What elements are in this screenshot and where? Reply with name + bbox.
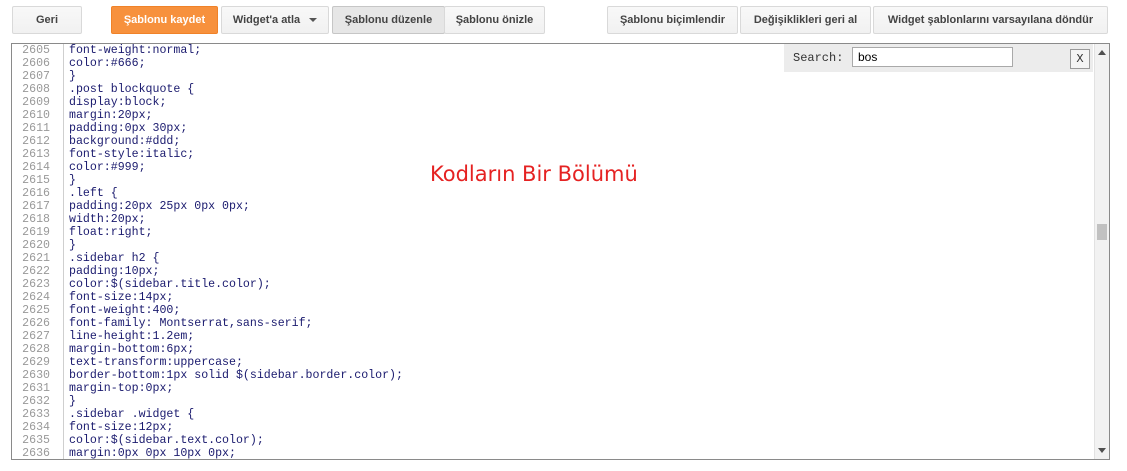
line-number: 2614 — [22, 161, 50, 174]
code-line: .left { — [69, 187, 118, 200]
close-icon: X — [1076, 52, 1084, 66]
code-line: } — [69, 239, 76, 252]
back-button[interactable]: Geri — [12, 6, 82, 34]
code-line: font-size:14px; — [69, 291, 174, 304]
line-number: 2616 — [22, 187, 50, 200]
code-line: font-style:italic; — [69, 148, 195, 161]
code-line: color:$(sidebar.title.color); — [69, 278, 271, 291]
line-number: 2621 — [22, 252, 50, 265]
scroll-down-icon[interactable] — [1098, 448, 1106, 453]
code-line: display:block; — [69, 96, 167, 109]
code-line: font-weight:normal; — [69, 44, 202, 57]
line-number: 2630 — [22, 369, 50, 382]
line-number: 2633 — [22, 408, 50, 421]
code-line: margin:0px 0px 10px 0px; — [69, 447, 236, 460]
code-line: margin-bottom:6px; — [69, 343, 195, 356]
line-number: 2623 — [22, 278, 50, 291]
jump-to-widget-dropdown[interactable]: Widget'a atla — [221, 6, 329, 34]
line-number: 2627 — [22, 330, 50, 343]
code-line: color:#666; — [69, 57, 146, 70]
line-number: 2634 — [22, 421, 50, 434]
code-line: margin-top:0px; — [69, 382, 174, 395]
line-number: 2612 — [22, 135, 50, 148]
line-number: 2619 — [22, 226, 50, 239]
line-number: 2611 — [22, 122, 50, 135]
jump-to-widget-label: Widget'a atla — [232, 14, 301, 26]
code-line: .post blockquote { — [69, 83, 195, 96]
chevron-down-icon — [309, 18, 318, 22]
line-number: 2635 — [22, 434, 50, 447]
line-number: 2636 — [22, 447, 50, 460]
scroll-up-icon[interactable] — [1098, 50, 1106, 55]
line-number: 2608 — [22, 83, 50, 96]
line-number: 2607 — [22, 70, 50, 83]
line-number: 2632 — [22, 395, 50, 408]
code-line: text-transform:uppercase; — [69, 356, 243, 369]
line-number-gutter: 2605 2606 2607 2608 2609 2610 2611 2612 2613 2614… — [12, 44, 64, 459]
preview-template-button[interactable]: Şablonu önizle — [444, 6, 545, 34]
revert-changes-button[interactable]: Değişiklikleri geri al — [740, 6, 871, 34]
search-panel: Search: X — [784, 44, 1093, 72]
code-line: font-weight:400; — [69, 304, 181, 317]
line-number: 2625 — [22, 304, 50, 317]
save-template-button[interactable]: Şablonu kaydet — [111, 6, 218, 34]
line-number: 2617 — [22, 200, 50, 213]
code-line: padding:0px 30px; — [69, 122, 188, 135]
line-number: 2631 — [22, 382, 50, 395]
code-editor[interactable]: 2605 2606 2607 2608 2609 2610 2611 2612 2613 2614… — [11, 43, 1110, 460]
code-line: padding:20px 25px 0px 0px; — [69, 200, 250, 213]
vertical-scrollbar[interactable] — [1094, 44, 1109, 459]
line-number: 2626 — [22, 317, 50, 330]
line-number: 2618 — [22, 213, 50, 226]
code-line: } — [69, 70, 76, 83]
code-line: color:$(sidebar.text.color); — [69, 434, 264, 447]
code-line: .sidebar h2 { — [69, 252, 160, 265]
code-line: line-height:1.2em; — [69, 330, 195, 343]
code-line: font-size:12px; — [69, 421, 174, 434]
line-number: 2620 — [22, 239, 50, 252]
code-line: padding:10px; — [69, 265, 160, 278]
line-number: 2622 — [22, 265, 50, 278]
edit-template-button[interactable]: Şablonu düzenle — [332, 6, 445, 34]
code-line: font-family: Montserrat,sans-serif; — [69, 317, 313, 330]
overlay-caption: Kodların Bir Bölümü — [430, 162, 638, 186]
format-template-button[interactable]: Şablonu biçimlendir — [607, 6, 738, 34]
close-search-button[interactable]: X — [1070, 49, 1090, 69]
search-label: Search: — [793, 51, 844, 65]
line-number: 2613 — [22, 148, 50, 161]
code-line: border-bottom:1px solid $(sidebar.border… — [69, 369, 403, 382]
code-line: } — [69, 395, 76, 408]
code-line: float:right; — [69, 226, 153, 239]
code-line: background:#ddd; — [69, 135, 181, 148]
code-line: color:#999; — [69, 161, 146, 174]
search-input[interactable] — [852, 47, 1013, 67]
line-number: 2615 — [22, 174, 50, 187]
line-number: 2624 — [22, 291, 50, 304]
code-line: .sidebar .widget { — [69, 408, 195, 421]
code-line: } — [69, 174, 76, 187]
line-number: 2609 — [22, 96, 50, 109]
line-number: 2629 — [22, 356, 50, 369]
line-number: 2628 — [22, 343, 50, 356]
code-line: width:20px; — [69, 213, 146, 226]
line-number: 2610 — [22, 109, 50, 122]
scrollbar-thumb[interactable] — [1097, 224, 1107, 240]
line-number: 2606 — [22, 57, 50, 70]
line-number: 2605 — [22, 44, 50, 57]
code-line: margin:20px; — [69, 109, 153, 122]
reset-widget-templates-button[interactable]: Widget şablonlarını varsayılana döndür — [873, 6, 1108, 34]
